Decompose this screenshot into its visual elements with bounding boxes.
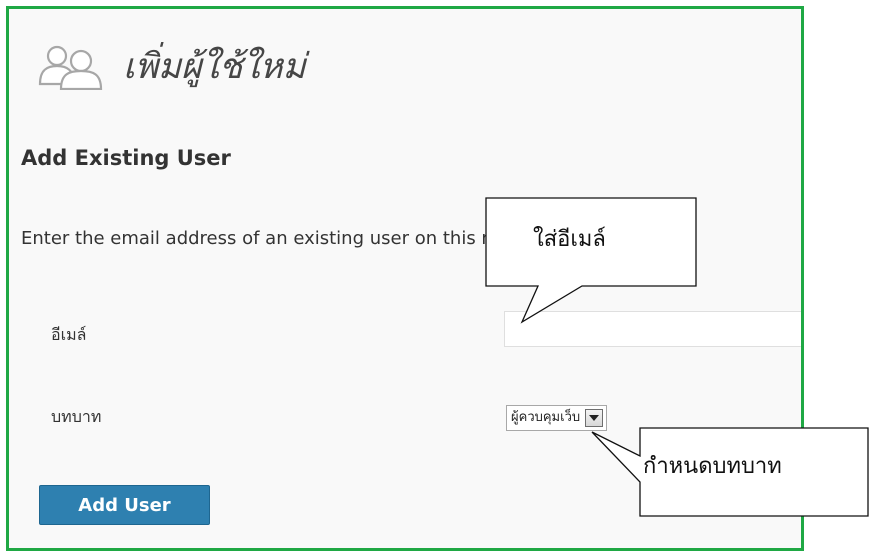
dropdown-arrow-icon[interactable] — [585, 409, 604, 427]
email-input[interactable] — [504, 311, 801, 347]
email-label: อีเมล์ — [51, 325, 87, 344]
page-title: เพิ่มผู้ใช้ใหม่ — [123, 47, 306, 87]
role-select[interactable]: ผู้ควบคุมเว็บ — [506, 405, 608, 431]
add-user-button[interactable]: Add User — [39, 485, 210, 525]
page-header: เพิ่มผู้ใช้ใหม่ — [37, 37, 306, 97]
role-selected-value: ผู้ควบคุมเว็บ — [511, 410, 581, 425]
section-heading: Add Existing User — [21, 146, 231, 170]
role-label: บทบาท — [51, 407, 102, 426]
users-icon — [38, 45, 103, 90]
role-callout-text: กำหนดบทบาท — [643, 454, 782, 479]
email-callout-text: ใส่อีเมล์ — [533, 227, 606, 252]
section-description: Enter the email address of an existing u… — [21, 228, 640, 249]
